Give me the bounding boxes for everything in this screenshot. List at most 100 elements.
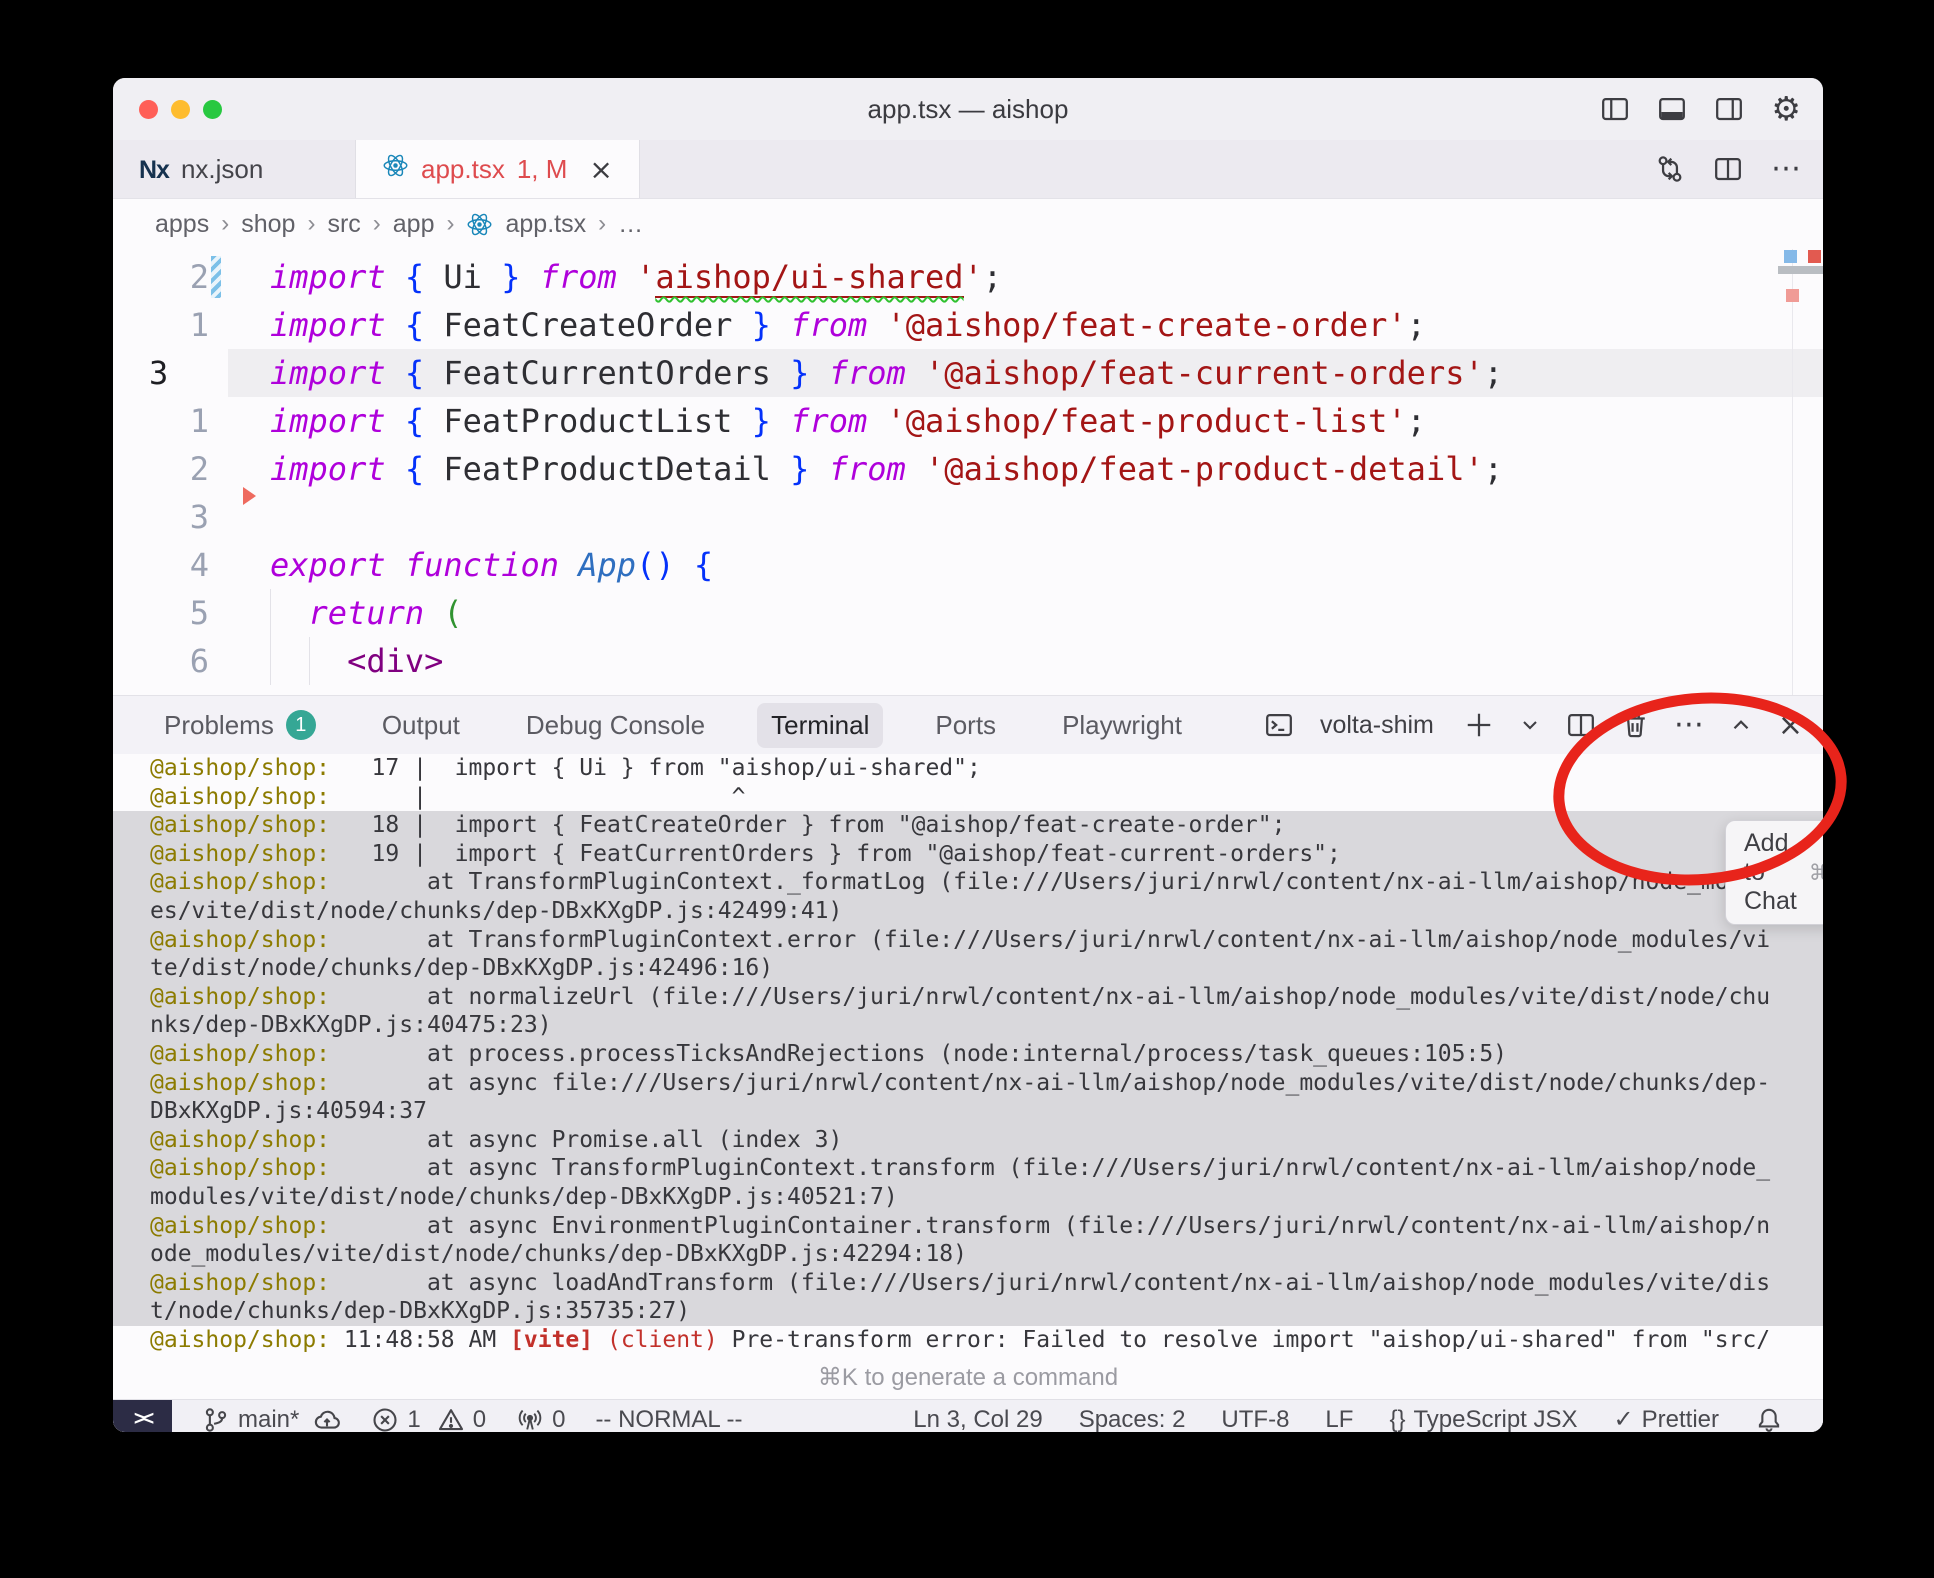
status-bar: >< main* 1 0 0 (113, 1399, 1823, 1432)
ports-count: 0 (552, 1406, 565, 1433)
terminal-profile-icon (1264, 710, 1294, 740)
panel-more-actions-icon[interactable]: ⋯ (1674, 715, 1704, 735)
new-terminal-icon[interactable] (1464, 710, 1494, 740)
braces-icon: {} (1389, 1406, 1405, 1433)
terminal-instance-name[interactable]: volta-shim (1320, 711, 1434, 740)
add-to-chat-tooltip[interactable]: Add to Chat ⌘L (1725, 820, 1823, 925)
terminal-dropdown-chevron-icon[interactable] (1518, 713, 1542, 737)
terminal-line: @aishop/shop: at async EnvironmentPlugin… (113, 1212, 1823, 1241)
terminal-output[interactable]: @aishop/shop: 17 | import { Ui } from "a… (113, 754, 1823, 1355)
breadcrumb-chevron-icon: › (221, 210, 229, 238)
line-number: 5 (113, 589, 209, 637)
forwarded-ports-indicator[interactable]: 0 (516, 1406, 565, 1433)
panel-tab-ports[interactable]: Ports (921, 703, 1010, 748)
ruler-modified-mark (1784, 250, 1797, 263)
tab-label: app.tsx (421, 154, 505, 185)
eol-setting[interactable]: LF (1325, 1406, 1353, 1433)
nx-logo-icon: Nx (139, 154, 169, 185)
editor-scrollbar-thumb[interactable] (1778, 266, 1823, 274)
split-editor-icon[interactable] (1713, 154, 1743, 184)
language-mode[interactable]: {} TypeScript JSX (1389, 1406, 1577, 1433)
terminal-line: te/dist/node/chunks/dep-DBxKXgDP.js:4249… (113, 954, 1823, 983)
toggle-primary-sidebar-icon[interactable] (1600, 94, 1630, 124)
title-bar: app.tsx — aishop ⚙ (113, 78, 1823, 140)
react-icon (466, 211, 493, 238)
panel-tab-bar: Problems1 Output Debug Console Terminal Port… (113, 696, 1823, 754)
vim-mode-text: -- NORMAL -- (595, 1406, 742, 1433)
terminal-line: @aishop/shop: 19 | import { FeatCurrentO… (113, 840, 1823, 869)
terminal-line: modules/vite/dist/node/chunks/dep-DBxKXg… (113, 1183, 1823, 1212)
problems-count-badge: 1 (286, 710, 316, 740)
vim-mode-indicator[interactable]: -- NORMAL -- (595, 1406, 742, 1433)
git-branch-indicator[interactable]: main* (202, 1406, 341, 1433)
panel-tab-playwright[interactable]: Playwright (1048, 703, 1196, 748)
panel-tab-label: Playwright (1062, 710, 1182, 741)
close-tab-icon[interactable]: × (589, 153, 612, 186)
panel-tab-terminal[interactable]: Terminal (757, 703, 883, 748)
code-editor[interactable]: 2import { Ui } from 'aishop/ui-shared';1… (113, 249, 1823, 695)
breadcrumb-item-shop[interactable]: shop (241, 210, 295, 239)
sync-changes-icon[interactable] (313, 1406, 341, 1433)
settings-gear-icon[interactable]: ⚙ (1771, 94, 1801, 124)
terminal-line: @aishop/shop: at async loadAndTransform … (113, 1269, 1823, 1298)
kill-terminal-trash-icon[interactable] (1620, 710, 1650, 740)
panel-tab-debug-console[interactable]: Debug Console (512, 703, 719, 748)
terminal-line: t/node/chunks/dep-DBxKXgDP.js:35735:27) (113, 1297, 1823, 1326)
warning-count: 0 (473, 1406, 486, 1433)
breadcrumb-item-app[interactable]: app (393, 210, 435, 239)
close-panel-icon[interactable]: × (1778, 708, 1803, 743)
breadcrumb-file[interactable]: app.tsx (505, 210, 586, 239)
code-line[interactable]: 2import { Ui } from 'aishop/ui-shared'; (113, 253, 1823, 301)
panel-tab-label: Output (382, 710, 460, 741)
panel-tab-label: Debug Console (526, 710, 705, 741)
terminal-line: @aishop/shop: at async file:///Users/jur… (113, 1069, 1823, 1098)
remote-indicator[interactable]: >< (113, 1400, 172, 1432)
code-line[interactable]: 6 <div> (113, 637, 1823, 685)
breadcrumb-more[interactable]: … (618, 210, 643, 239)
terminal-hint: ⌘K to generate a command (113, 1355, 1823, 1399)
breadcrumb-chevron-icon: › (373, 210, 381, 238)
formatter-indicator[interactable]: ✓ Prettier (1614, 1405, 1719, 1432)
more-actions-icon[interactable]: ⋯ (1771, 159, 1801, 179)
terminal-line: nks/dep-DBxKXgDP.js:40475:23) (113, 1011, 1823, 1040)
branch-name: main* (238, 1406, 299, 1433)
toggle-panel-icon[interactable] (1657, 94, 1687, 124)
encoding-setting[interactable]: UTF-8 (1221, 1406, 1289, 1433)
code-text: import { FeatProductList } from '@aishop… (270, 397, 1823, 445)
indentation-setting[interactable]: Spaces: 2 (1079, 1406, 1186, 1433)
breadcrumb-item-apps[interactable]: apps (155, 210, 209, 239)
screenshot-root: app.tsx — aishop ⚙ Nxnx.jsonapp.tsx1, M× (0, 0, 1934, 1578)
notifications-bell-icon[interactable] (1755, 1406, 1783, 1433)
panel-tab-problems[interactable]: Problems1 (150, 703, 330, 748)
terminal-line: @aishop/shop: at async TransformPluginCo… (113, 1154, 1823, 1183)
compare-changes-icon[interactable] (1655, 154, 1685, 184)
check-icon: ✓ (1614, 1405, 1634, 1432)
line-number: 4 (113, 541, 209, 589)
split-terminal-icon[interactable] (1566, 710, 1596, 740)
editor-tab-bar: Nxnx.jsonapp.tsx1, M× ⋯ (113, 140, 1823, 199)
terminal-line: @aishop/shop: 18 | import { FeatCreateOr… (113, 811, 1823, 840)
code-text: return ( (270, 589, 1823, 637)
bottom-panel: Problems1 Output Debug Console Terminal Port… (113, 695, 1823, 1432)
line-number: 3 (113, 493, 209, 541)
panel-tab-output[interactable]: Output (368, 703, 474, 748)
code-line[interactable]: 1import { FeatCreateOrder } from '@aisho… (113, 301, 1823, 349)
problems-indicator[interactable]: 1 0 (371, 1406, 486, 1433)
editor-tab-app.tsx[interactable]: app.tsx1, M× (356, 140, 640, 198)
maximize-panel-chevron-icon[interactable] (1728, 712, 1754, 738)
code-line[interactable]: 1import { FeatProductList } from '@aisho… (113, 397, 1823, 445)
editor-tab-nx.json[interactable]: Nxnx.json (113, 140, 356, 198)
code-line[interactable]: 3 (113, 493, 1823, 541)
line-number: 2 (113, 253, 209, 301)
code-line[interactable]: 5 return ( (113, 589, 1823, 637)
toggle-secondary-sidebar-icon[interactable] (1714, 94, 1744, 124)
code-line[interactable]: 2import { FeatProductDetail } from '@ais… (113, 445, 1823, 493)
line-number: 2 (113, 445, 209, 493)
ruler-error-mark (1808, 250, 1821, 263)
breadcrumb-item-src[interactable]: src (327, 210, 360, 239)
panel-tab-label: Terminal (771, 710, 869, 741)
cursor-position[interactable]: Ln 3, Col 29 (913, 1406, 1042, 1433)
code-line[interactable]: 4export function App() { (113, 541, 1823, 589)
code-line[interactable]: 3import { FeatCurrentOrders } from '@ais… (113, 349, 1823, 397)
vscode-window: app.tsx — aishop ⚙ Nxnx.jsonapp.tsx1, M× (113, 78, 1823, 1432)
